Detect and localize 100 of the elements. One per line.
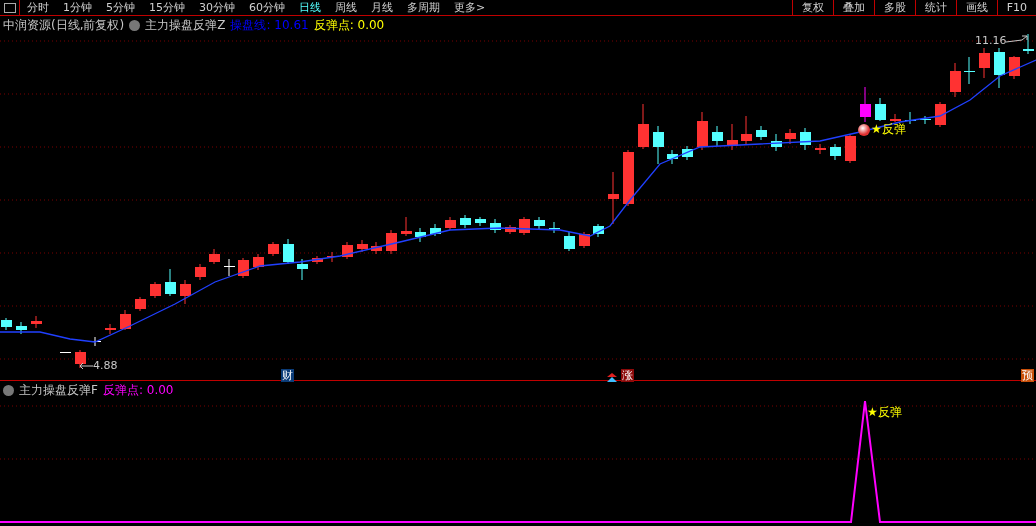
event-marker[interactable]: 预 bbox=[1021, 369, 1034, 382]
candlestick bbox=[727, 123, 738, 151]
candlestick bbox=[830, 143, 841, 161]
candlestick bbox=[608, 171, 619, 225]
period-tab[interactable]: 分时 bbox=[20, 0, 56, 15]
candlestick bbox=[120, 309, 131, 331]
candlestick bbox=[505, 224, 516, 235]
candlestick bbox=[860, 86, 871, 123]
candlestick bbox=[31, 315, 42, 329]
period-tab[interactable]: 月线 bbox=[364, 0, 400, 15]
candlestick bbox=[549, 221, 560, 234]
candlestick bbox=[105, 323, 116, 335]
event-marker[interactable]: 财 bbox=[281, 369, 294, 382]
candlestick bbox=[979, 47, 990, 79]
candlestick bbox=[342, 241, 353, 260]
candlestick bbox=[534, 216, 545, 231]
candlestick bbox=[890, 113, 901, 123]
toolbar-button[interactable]: 多股 bbox=[873, 0, 915, 15]
candlestick bbox=[964, 56, 975, 85]
period-tab[interactable]: 5分钟 bbox=[99, 0, 142, 15]
candlestick bbox=[697, 111, 708, 151]
period-tab[interactable]: 更多> bbox=[447, 0, 493, 15]
candlestick bbox=[1023, 34, 1034, 55]
low-price-label: 4.88 bbox=[93, 359, 118, 372]
indicator-value: 反弹点: 0.00 bbox=[102, 381, 174, 399]
candlestick bbox=[815, 143, 826, 155]
candlestick bbox=[238, 257, 249, 279]
candlestick bbox=[994, 47, 1005, 89]
candlestick bbox=[800, 127, 811, 151]
candlestick bbox=[845, 133, 856, 164]
candlestick bbox=[920, 115, 931, 125]
candlestick bbox=[771, 133, 782, 152]
candlestick bbox=[180, 279, 191, 305]
toolbar-button[interactable]: F10 bbox=[996, 0, 1036, 15]
arrow-icon bbox=[79, 362, 93, 370]
candlestick bbox=[935, 101, 946, 128]
candlestick bbox=[357, 239, 368, 253]
toolbar-button[interactable]: 统计 bbox=[914, 0, 956, 15]
candlestick bbox=[445, 216, 456, 231]
period-tab[interactable]: 多周期 bbox=[400, 0, 447, 15]
candlestick bbox=[564, 231, 575, 252]
candlestick bbox=[135, 296, 146, 312]
candlestick bbox=[682, 145, 693, 161]
candlestick bbox=[490, 218, 501, 234]
candlestick bbox=[60, 351, 71, 354]
period-tab[interactable]: 60分钟 bbox=[242, 0, 292, 15]
candlestick bbox=[283, 238, 294, 265]
event-marker[interactable]: 涨 bbox=[621, 369, 634, 382]
indicator-name: 主力操盘反弹F bbox=[19, 381, 98, 399]
candlestick bbox=[756, 125, 767, 141]
candlestick bbox=[579, 231, 590, 249]
candlestick bbox=[195, 263, 206, 281]
period-tab[interactable]: 日线 bbox=[292, 0, 328, 15]
indicator-value: 操盘线: 10.61 bbox=[230, 16, 309, 34]
candlestick bbox=[165, 268, 176, 297]
candlestick bbox=[712, 125, 723, 147]
arrow-icon bbox=[1006, 35, 1028, 44]
candlestick bbox=[224, 258, 235, 277]
period-tab[interactable]: 周线 bbox=[328, 0, 364, 15]
candlestick bbox=[1009, 55, 1020, 80]
candlestick bbox=[415, 227, 426, 243]
indicator-value: 反弹点: 0.00 bbox=[313, 16, 385, 34]
high-price-label: 11.16 bbox=[975, 34, 1007, 47]
window-icon[interactable] bbox=[3, 2, 16, 13]
candlestick bbox=[519, 216, 530, 236]
candlestick bbox=[268, 241, 279, 257]
candlestick bbox=[667, 149, 678, 165]
ball-icon bbox=[858, 124, 870, 136]
candlestick bbox=[741, 115, 752, 145]
toolbar-button[interactable]: 复权 bbox=[791, 0, 833, 15]
signal-label: ★反弹 bbox=[867, 404, 902, 421]
indicator-name: 主力操盘反弹Z bbox=[145, 16, 226, 34]
dropdown-icon[interactable] bbox=[129, 19, 141, 31]
dropdown-icon[interactable] bbox=[3, 384, 14, 396]
candlestick bbox=[950, 62, 961, 98]
candlestick bbox=[875, 97, 886, 122]
period-tab[interactable]: 1分钟 bbox=[56, 0, 99, 15]
toolbar-button[interactable]: 画线 bbox=[955, 0, 997, 15]
candlestick bbox=[430, 223, 441, 237]
candlestick bbox=[386, 229, 397, 255]
candlestick bbox=[312, 255, 323, 265]
candlestick bbox=[401, 216, 412, 237]
candlestick bbox=[623, 149, 634, 207]
candlestick bbox=[16, 321, 27, 335]
period-tab[interactable]: 15分钟 bbox=[142, 0, 192, 15]
candlestick bbox=[253, 253, 264, 271]
candlestick bbox=[785, 128, 796, 145]
toolbar-button[interactable]: 叠加 bbox=[832, 0, 874, 15]
candlestick bbox=[75, 349, 86, 369]
candlestick bbox=[905, 111, 916, 125]
candlestick bbox=[475, 216, 486, 227]
candlestick bbox=[653, 125, 664, 165]
candlestick bbox=[150, 281, 161, 299]
up-arrow-icon bbox=[607, 373, 617, 382]
period-tab[interactable]: 30分钟 bbox=[192, 0, 242, 15]
candlestick bbox=[297, 258, 308, 281]
stock-title: 中润资源(日线,前复权) bbox=[3, 16, 125, 34]
candlestick bbox=[460, 214, 471, 229]
candlestick bbox=[209, 248, 220, 265]
candlestick bbox=[638, 103, 649, 150]
